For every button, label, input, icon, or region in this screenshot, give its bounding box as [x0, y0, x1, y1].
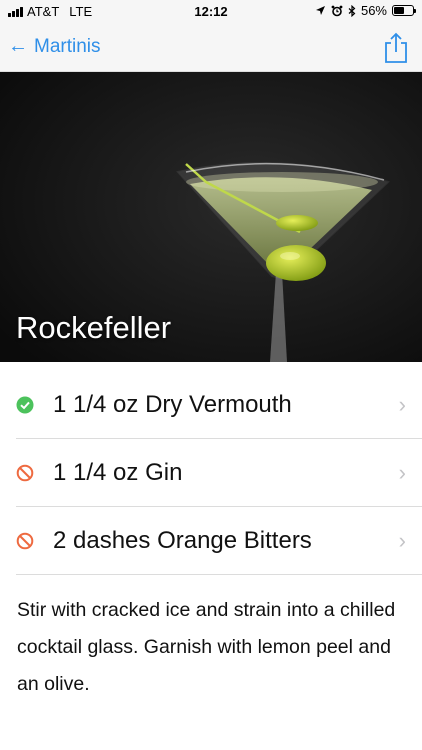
back-label: Martinis [34, 35, 101, 57]
ingredient-list: 1 1/4 oz Dry Vermouth › 1 1/4 oz Gin › 2… [0, 371, 422, 575]
bluetooth-icon [348, 4, 356, 17]
back-button[interactable]: ← Martinis [8, 35, 101, 58]
ingredient-row[interactable]: 1 1/4 oz Dry Vermouth › [16, 371, 422, 439]
cocktail-title: Rockefeller [16, 310, 172, 345]
alarm-icon [331, 5, 343, 16]
status-bar: AT&T LTE 12:12 56% [0, 0, 422, 24]
navigation-bar: ← Martinis [0, 24, 422, 72]
share-icon[interactable] [382, 32, 410, 64]
cocktail-hero: Rockefeller [0, 72, 422, 362]
instructions-text: Stir with cracked ice and strain into a … [17, 599, 396, 695]
battery-icon [392, 5, 416, 16]
ingredient-row[interactable]: 2 dashes Orange Bitters › [16, 507, 422, 575]
chevron-right-icon: › [398, 392, 406, 417]
battery-fill [394, 7, 404, 14]
chevron-right-icon: › [398, 460, 406, 485]
chevron-right-icon: › [398, 528, 406, 553]
check-circle-icon [16, 396, 34, 414]
prohibited-icon [16, 464, 34, 482]
ingredient-label: 1 1/4 oz Gin [53, 459, 183, 486]
ingredient-row[interactable]: 1 1/4 oz Gin › [16, 439, 422, 507]
prohibited-icon [16, 532, 34, 550]
battery-percent: 56% [360, 3, 387, 18]
ingredient-label: 1 1/4 oz Dry Vermouth [53, 391, 292, 418]
ingredient-label: 2 dashes Orange Bitters [53, 527, 312, 554]
location-arrow-icon [315, 6, 325, 15]
back-arrow-icon: ← [8, 35, 28, 57]
status-right: 56% [315, 3, 416, 18]
